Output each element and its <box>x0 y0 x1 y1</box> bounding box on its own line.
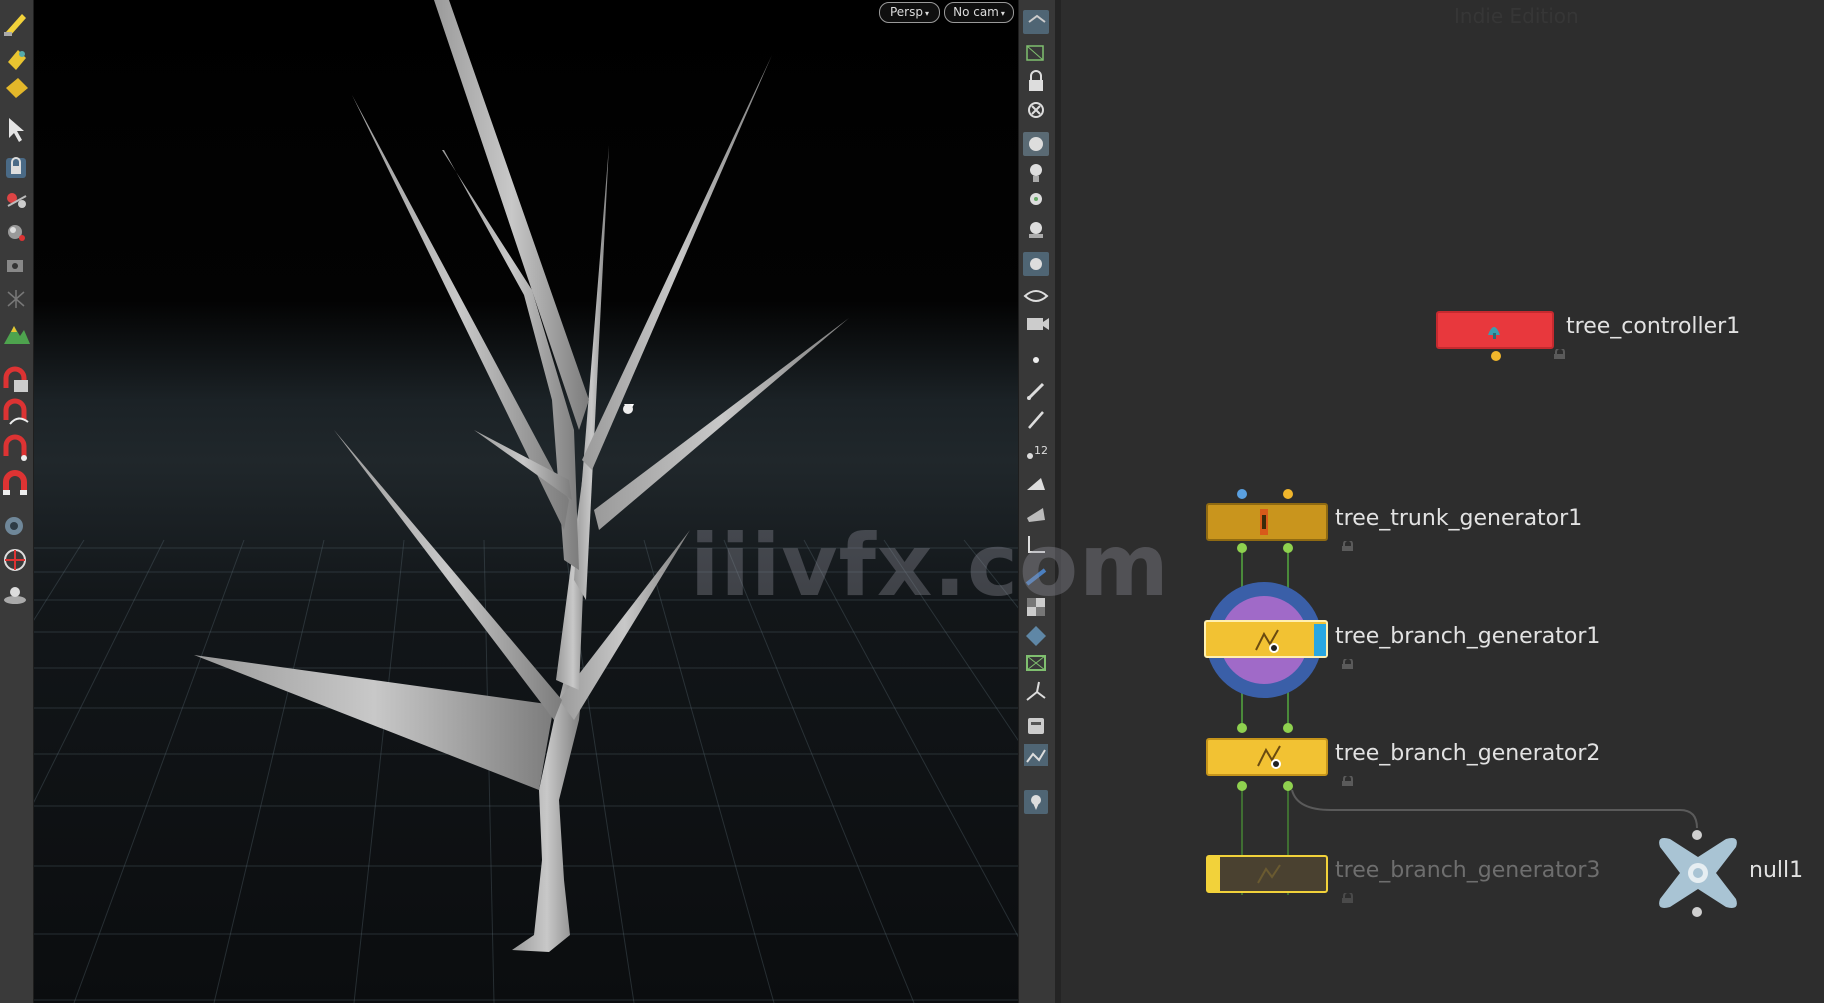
checker-icon[interactable] <box>1027 598 1045 616</box>
lock-icon[interactable] <box>1341 541 1353 551</box>
network-editor[interactable]: Indie Edition tree_controller1 tree_trun… <box>1061 0 1824 1003</box>
pin-marker-icon[interactable] <box>1024 790 1048 814</box>
spotlight-icon[interactable] <box>1029 222 1043 238</box>
tree-icon <box>1488 327 1500 339</box>
light-icon[interactable] <box>4 587 26 604</box>
scene-viewport[interactable]: Persp ▾ No cam ▾ <box>34 0 1018 1003</box>
vector-icon[interactable] <box>1026 681 1046 701</box>
sphere-icon[interactable] <box>8 225 25 241</box>
viewport-display-toolbar: 12 <box>1018 0 1056 1003</box>
grid-icon[interactable] <box>7 290 25 308</box>
pen-icon[interactable] <box>1028 411 1044 429</box>
magnet-icon[interactable] <box>2 470 27 495</box>
perspective-label: Persp <box>889 5 923 19</box>
paint-icon[interactable] <box>4 14 26 36</box>
node-tree-controller1[interactable] <box>1436 311 1554 349</box>
lock-icon[interactable] <box>1553 349 1565 359</box>
viewport-scene <box>34 0 1018 1003</box>
normals-icon[interactable] <box>1028 536 1045 553</box>
lock-icon[interactable] <box>1341 893 1353 903</box>
number-12-icon[interactable]: 12 <box>1027 444 1048 459</box>
diamond-icon[interactable] <box>1026 626 1046 646</box>
viewport-toolbar-icons: 12 <box>1023 10 1049 814</box>
light-icon[interactable] <box>1030 164 1042 182</box>
box-icon[interactable] <box>1028 718 1044 734</box>
node-tree-branch-generator1[interactable] <box>1204 620 1328 658</box>
tree-model[interactable] <box>194 0 849 952</box>
lock-icon[interactable] <box>6 157 26 178</box>
camera-icon[interactable] <box>7 260 23 272</box>
camera-menu-button[interactable]: No cam ▾ <box>944 2 1014 23</box>
node-label: tree_branch_generator3 <box>1335 858 1601 883</box>
node-null1[interactable] <box>1656 835 1740 913</box>
camera-icon[interactable] <box>1027 318 1049 330</box>
point-icon[interactable] <box>1033 357 1039 363</box>
node-tree-branch-generator2[interactable] <box>1206 738 1328 776</box>
svg-text:12: 12 <box>1034 444 1048 457</box>
shade-icon[interactable] <box>1027 478 1045 490</box>
select-arrow-icon[interactable] <box>9 118 24 142</box>
bypass-flag-icon <box>1208 857 1281 891</box>
ghost-icon[interactable] <box>1023 132 1049 156</box>
edition-label: Indie Edition <box>1454 4 1579 28</box>
branch-generator-icon <box>1257 745 1281 769</box>
image-icon[interactable] <box>1024 744 1048 766</box>
lock-icon[interactable] <box>1029 70 1043 91</box>
cursor-icon <box>623 404 634 414</box>
shape-icon[interactable] <box>6 78 28 98</box>
node-label: tree_branch_generator2 <box>1335 741 1601 766</box>
texture-icon[interactable] <box>1027 508 1045 522</box>
left-tool-shelf <box>0 0 34 1003</box>
node-tree-trunk-generator1[interactable] <box>1206 503 1328 541</box>
target-icon[interactable] <box>4 549 26 571</box>
uv-icon[interactable] <box>8 50 26 70</box>
wire-connections <box>1241 548 1698 895</box>
input-dots <box>1237 351 1501 499</box>
node-label: tree_branch_generator1 <box>1335 624 1601 649</box>
node-label: null1 <box>1749 858 1804 883</box>
light-bulb-icon[interactable] <box>1030 193 1042 205</box>
node-stripe-icon <box>1260 509 1268 535</box>
branch-generator-icon <box>1255 624 1326 656</box>
brush-icon[interactable] <box>1027 382 1045 400</box>
lock-icon[interactable] <box>1341 659 1353 669</box>
wireframe-icon[interactable] <box>1026 45 1044 61</box>
chevron-down-icon: ▾ <box>924 9 929 18</box>
pin-icon[interactable] <box>1028 102 1044 118</box>
magnet-point-icon[interactable] <box>3 434 27 461</box>
chevron-down-icon: ▾ <box>1000 9 1005 18</box>
lock-icon[interactable] <box>1341 776 1353 786</box>
magnet-curve-icon[interactable] <box>3 398 29 425</box>
render-icon[interactable] <box>5 517 23 535</box>
snapshot-icon[interactable] <box>1023 252 1049 276</box>
grid-icon[interactable] <box>1026 655 1046 671</box>
handle-icon[interactable] <box>7 193 27 208</box>
node-label: tree_trunk_generator1 <box>1335 506 1583 531</box>
magnet-snap-icon[interactable] <box>3 366 28 392</box>
display-options-icon[interactable] <box>1023 10 1049 34</box>
terrain-icon[interactable] <box>4 326 30 344</box>
bone-icon[interactable] <box>1025 568 1047 586</box>
node-tree-branch-generator3[interactable] <box>1206 855 1328 893</box>
eye-icon[interactable] <box>1023 290 1049 302</box>
node-label: tree_controller1 <box>1566 314 1741 339</box>
left-shelf-icons <box>2 14 30 604</box>
perspective-menu-button[interactable]: Persp ▾ <box>879 2 940 23</box>
camera-label: No cam <box>953 5 999 19</box>
